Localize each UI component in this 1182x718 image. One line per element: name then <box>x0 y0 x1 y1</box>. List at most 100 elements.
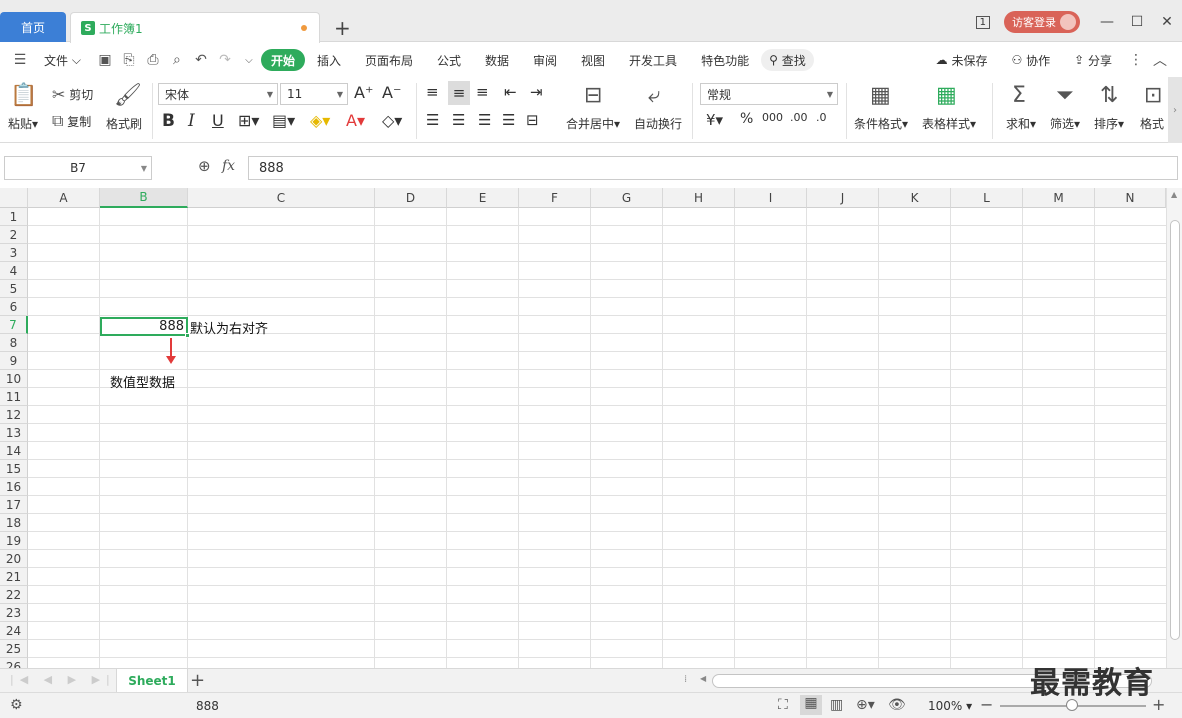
row-header[interactable]: 5 <box>0 280 28 298</box>
ribbon-scroll-right[interactable]: › <box>1168 77 1182 143</box>
row-header[interactable]: 6 <box>0 298 28 316</box>
maximize-button[interactable]: ☐ <box>1122 14 1152 30</box>
row-header[interactable]: 23 <box>0 604 28 622</box>
zoom-formula-icon[interactable]: ⊕ <box>198 157 211 175</box>
menu-data[interactable]: 数据 <box>473 49 521 71</box>
menu-formula[interactable]: 公式 <box>425 49 473 71</box>
fill-color-icon[interactable]: ◈▾ <box>310 111 330 130</box>
menu-review[interactable]: 审阅 <box>521 49 569 71</box>
fullscreen-icon[interactable]: ⛶ <box>778 697 788 713</box>
collapse-ribbon-icon[interactable]: ︿ <box>1148 50 1172 70</box>
scroll-up-icon[interactable]: ▲ <box>1171 190 1177 199</box>
column-header[interactable]: C <box>188 188 375 208</box>
paste-icon[interactable]: 📋 <box>10 83 37 108</box>
underline-icon[interactable]: U <box>212 111 224 130</box>
italic-icon[interactable]: I <box>188 111 195 131</box>
row-header[interactable]: 9 <box>0 352 28 370</box>
print-icon[interactable]: ⎙ <box>141 52 165 68</box>
row-header[interactable]: 18 <box>0 514 28 532</box>
align-center-icon[interactable]: ☰ <box>452 111 465 129</box>
row-header[interactable]: 21 <box>0 568 28 586</box>
decrease-decimal-icon[interactable]: .0 <box>816 111 827 124</box>
row-header[interactable]: 3 <box>0 244 28 262</box>
column-header[interactable]: N <box>1095 188 1166 208</box>
format-painter-button[interactable]: 格式刷 <box>106 115 142 132</box>
align-top-icon[interactable]: ≡ <box>426 83 439 101</box>
tab-home[interactable]: 首页 <box>0 12 66 42</box>
row-header[interactable]: 8 <box>0 334 28 352</box>
row-header[interactable]: 24 <box>0 622 28 640</box>
format-painter-icon[interactable]: 🖌 <box>114 83 142 108</box>
filter-button[interactable]: 筛选 ▾ <box>1050 115 1080 132</box>
number-format-select[interactable]: 常规 ▼ <box>700 83 838 105</box>
outdent-icon[interactable]: ⇤ <box>504 83 517 101</box>
spreadsheet-grid[interactable]: A B C D E F G H I J K L M N 1 2 3 4 5 6 7 8 9 10 1… <box>0 188 1166 668</box>
fill-style-icon[interactable]: ▤▾ <box>272 111 295 130</box>
column-header[interactable]: A <box>28 188 100 208</box>
bold-icon[interactable]: B <box>162 111 175 131</box>
menu-file[interactable]: 文件 ⌵ <box>32 49 93 71</box>
align-right-icon[interactable]: ☰ <box>478 111 491 129</box>
column-header[interactable]: D <box>375 188 447 208</box>
unsaved-button[interactable]: ☁ 未保存 <box>924 49 1000 71</box>
wrap-text-icon[interactable]: ⤶ <box>648 83 660 108</box>
sum-icon[interactable]: Σ <box>1012 83 1026 108</box>
sum-button[interactable]: 求和 ▾ <box>1006 115 1036 132</box>
clear-icon[interactable]: ◇▾ <box>382 111 402 130</box>
page-layout-icon[interactable]: ▥ <box>830 697 843 713</box>
menu-view[interactable]: 视图 <box>569 49 617 71</box>
row-header[interactable]: 10 <box>0 370 28 388</box>
row-header[interactable]: 26 <box>0 658 28 668</box>
row-header[interactable]: 20 <box>0 550 28 568</box>
sheet-nav-icons[interactable]: |◀ ◀ ▶ ▶| <box>10 673 116 686</box>
sort-icon[interactable]: ⇅ <box>1100 83 1118 108</box>
row-header[interactable]: 7 <box>0 316 28 334</box>
align-middle-icon[interactable]: ≡ <box>448 81 470 105</box>
column-header[interactable]: K <box>879 188 951 208</box>
zoom-out-button[interactable]: − <box>980 695 993 714</box>
row-header[interactable]: 15 <box>0 460 28 478</box>
column-header[interactable]: I <box>735 188 807 208</box>
sheet-tab-sheet1[interactable]: Sheet1 <box>116 669 188 693</box>
zoom-in-button[interactable]: + <box>1152 695 1165 714</box>
align-bottom-icon[interactable]: ≡ <box>476 83 489 101</box>
column-header[interactable]: L <box>951 188 1023 208</box>
login-button[interactable]: 访客登录 <box>1004 11 1080 33</box>
active-cell-b7[interactable]: 888 <box>100 317 188 336</box>
new-tab-button[interactable]: + <box>334 16 351 40</box>
row-header[interactable]: 13 <box>0 424 28 442</box>
page-break-icon[interactable]: ⊕▾ <box>856 697 875 713</box>
normal-view-icon[interactable]: ▦ <box>800 695 822 715</box>
formula-input[interactable]: 888 <box>248 156 1178 180</box>
column-header[interactable]: B <box>100 188 188 208</box>
sort-button[interactable]: 排序 ▾ <box>1094 115 1124 132</box>
export-icon[interactable]: ⎘ <box>117 52 141 68</box>
column-header[interactable]: G <box>591 188 663 208</box>
format-icon[interactable]: ⊡ <box>1144 83 1162 108</box>
hamburger-icon[interactable]: ☰ <box>8 52 32 68</box>
select-all-corner[interactable] <box>0 188 28 208</box>
border-icon[interactable]: ⊞▾ <box>238 111 259 130</box>
scroll-left-icon[interactable]: ◀ <box>700 674 706 683</box>
window-count-icon[interactable]: 1 <box>975 15 990 29</box>
align-left-icon[interactable]: ☰ <box>426 111 439 129</box>
table-style-button[interactable]: 表格样式 ▾ <box>922 115 976 132</box>
menu-special[interactable]: 特色功能 <box>689 49 761 71</box>
justify-icon[interactable]: ☰ <box>502 111 515 129</box>
more-options-icon[interactable]: ⋮ <box>1124 52 1148 68</box>
save-icon[interactable]: ▣ <box>93 52 117 68</box>
row-header[interactable]: 1 <box>0 208 28 226</box>
close-button[interactable]: ✕ <box>1152 14 1182 30</box>
font-color-icon[interactable]: A▾ <box>346 111 365 130</box>
merge-center-icon[interactable]: ⊟ <box>584 83 602 108</box>
row-header[interactable]: 12 <box>0 406 28 424</box>
row-header[interactable]: 4 <box>0 262 28 280</box>
menu-developer[interactable]: 开发工具 <box>617 49 689 71</box>
search-button[interactable]: ⚲ 查找 <box>761 49 814 71</box>
column-header[interactable]: E <box>447 188 519 208</box>
conditional-format-button[interactable]: 条件格式 ▾ <box>854 115 908 132</box>
indent-icon[interactable]: ⇥ <box>530 83 543 101</box>
increase-decimal-icon[interactable]: .00 <box>790 111 808 124</box>
copy-button[interactable]: ⧉ 复制 <box>52 111 91 131</box>
menu-home[interactable]: 开始 <box>260 49 305 71</box>
